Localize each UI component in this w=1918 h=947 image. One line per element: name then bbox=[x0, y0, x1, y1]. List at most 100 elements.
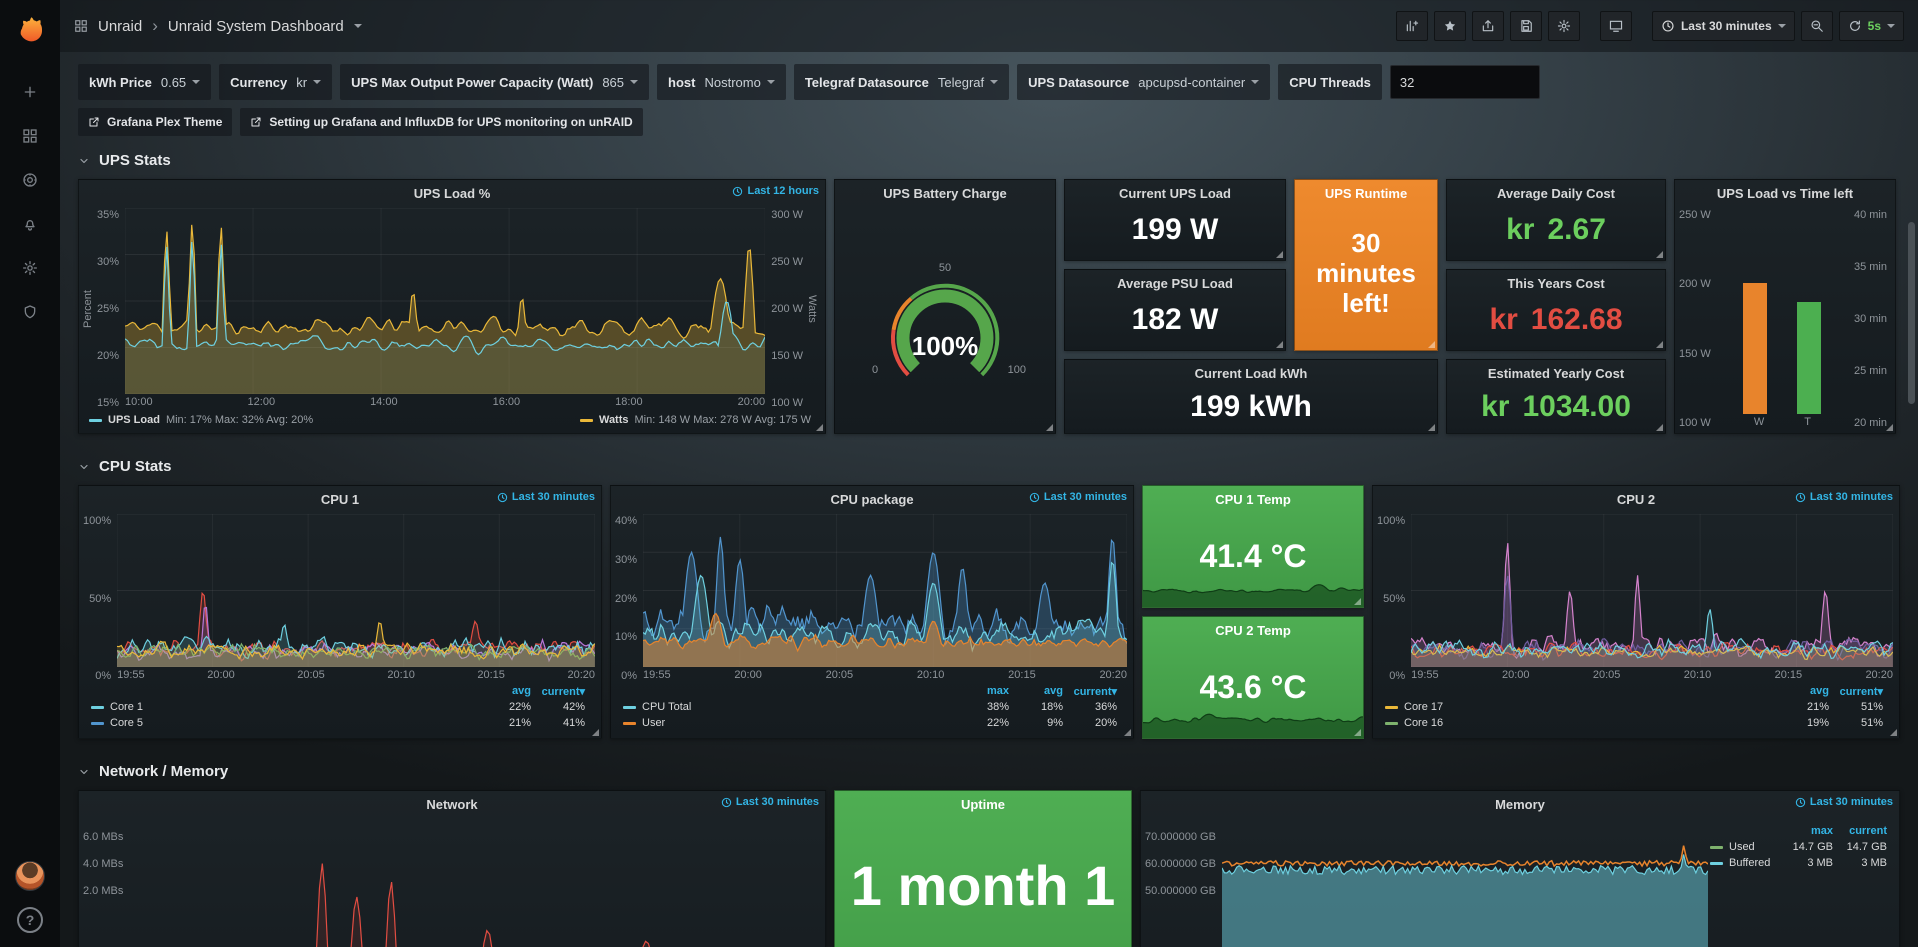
dashboard-link-plex-theme[interactable]: Grafana Plex Theme bbox=[78, 108, 232, 136]
link-label: Setting up Grafana and InfluxDB for UPS … bbox=[269, 115, 632, 129]
dashboard-dropdown-caret-icon[interactable] bbox=[354, 24, 362, 28]
memory-plot[interactable] bbox=[1222, 819, 1708, 947]
panel-title[interactable]: Estimated Yearly Cost bbox=[1488, 366, 1624, 381]
panel-timerange-badge[interactable]: Last 30 minutes bbox=[1795, 796, 1893, 808]
variable-ups-max-output[interactable]: UPS Max Output Power Capacity (Watt) 865 bbox=[340, 64, 649, 100]
refresh-interval-label[interactable]: 5s bbox=[1868, 19, 1881, 33]
dashboard-link-ups-guide[interactable]: Setting up Grafana and InfluxDB for UPS … bbox=[240, 108, 642, 136]
legend-col-header[interactable]: max bbox=[1779, 825, 1833, 837]
sidebar-item-dashboards[interactable] bbox=[0, 114, 60, 158]
zoom-out-time-button[interactable] bbox=[1801, 11, 1833, 41]
cycle-view-button[interactable] bbox=[1600, 11, 1632, 41]
panel-title[interactable]: This Years Cost bbox=[1507, 276, 1604, 291]
variable-currency[interactable]: Currency kr bbox=[219, 64, 332, 100]
refresh-interval-caret-icon[interactable] bbox=[1887, 24, 1895, 28]
panel-timerange-badge[interactable]: Last 30 minutes bbox=[1029, 491, 1127, 503]
cpu1-plot[interactable] bbox=[117, 514, 595, 667]
sidebar-bottom: ? bbox=[15, 861, 45, 947]
panel-title[interactable]: CPU 2 bbox=[1617, 492, 1655, 507]
legend-item-ups-load[interactable]: UPS LoadMin: 17% Max: 32% Avg: 20% bbox=[89, 414, 313, 426]
panel-timerange-badge[interactable]: Last 30 minutes bbox=[497, 491, 595, 503]
legend-series[interactable]: Buffered bbox=[1710, 857, 1779, 869]
cpu-threads-input[interactable] bbox=[1390, 65, 1540, 99]
section-ups-stats[interactable]: UPS Stats bbox=[60, 136, 1918, 179]
star-dashboard-button[interactable] bbox=[1434, 11, 1466, 41]
panel-timerange-badge[interactable]: Last 30 minutes bbox=[721, 796, 819, 808]
caret-down-icon bbox=[192, 80, 200, 84]
panel-title[interactable]: UPS Load vs Time left bbox=[1717, 186, 1853, 201]
panel-title[interactable]: Uptime bbox=[961, 797, 1005, 812]
vertical-scrollbar-thumb[interactable] bbox=[1908, 222, 1915, 404]
network-plot[interactable] bbox=[129, 819, 819, 947]
sidebar-item-alerting[interactable] bbox=[0, 202, 60, 246]
legend-series[interactable]: CPU Total bbox=[623, 701, 955, 713]
breadcrumb-folder[interactable]: Unraid bbox=[98, 18, 142, 35]
panel-title[interactable]: CPU 2 Temp bbox=[1215, 623, 1291, 638]
panel-timerange-badge[interactable]: Last 12 hours bbox=[732, 185, 819, 197]
section-cpu-stats[interactable]: CPU Stats bbox=[60, 442, 1918, 485]
cpu2-plot[interactable] bbox=[1411, 514, 1893, 667]
dashboard-picker-grid-icon[interactable] bbox=[74, 19, 88, 33]
clock-icon bbox=[1661, 19, 1675, 33]
variable-value[interactable]: Telegraf bbox=[938, 75, 998, 90]
panel-title[interactable]: Current Load kWh bbox=[1195, 366, 1308, 381]
legend-series[interactable]: Core 16 bbox=[1385, 717, 1775, 729]
legend-col-header[interactable]: avg bbox=[1009, 685, 1063, 697]
legend-series[interactable]: User bbox=[623, 717, 955, 729]
sidebar-item-explore[interactable] bbox=[0, 158, 60, 202]
panel-title[interactable]: CPU 1 bbox=[321, 492, 359, 507]
panel-title[interactable]: UPS Load % bbox=[414, 186, 491, 201]
panel-title[interactable]: Average Daily Cost bbox=[1497, 186, 1615, 201]
legend-col-header[interactable]: avg bbox=[1775, 685, 1829, 697]
dashboard-settings-button[interactable] bbox=[1548, 11, 1580, 41]
refresh-button[interactable]: 5s bbox=[1839, 11, 1904, 41]
share-dashboard-button[interactable] bbox=[1472, 11, 1504, 41]
ups-load-plot[interactable] bbox=[125, 208, 765, 394]
bar-time-left[interactable] bbox=[1797, 302, 1821, 414]
variable-value[interactable]: Nostromo bbox=[704, 75, 774, 90]
add-panel-button[interactable] bbox=[1396, 11, 1428, 41]
panel-title[interactable]: CPU package bbox=[830, 492, 913, 507]
legend-col-header[interactable]: avg bbox=[477, 685, 531, 697]
legend-series[interactable]: Used bbox=[1710, 841, 1779, 853]
legend-series[interactable]: Core 1 bbox=[91, 701, 477, 713]
panel-title[interactable]: Current UPS Load bbox=[1119, 186, 1231, 201]
legend-col-header[interactable]: current▾ bbox=[1829, 685, 1883, 698]
variable-value[interactable]: 0.65 bbox=[161, 75, 200, 90]
legend-series[interactable]: Core 5 bbox=[91, 717, 477, 729]
panel-title[interactable]: UPS Battery Charge bbox=[883, 186, 1007, 201]
legend-col-header[interactable]: max bbox=[955, 685, 1009, 697]
panel-timerange-badge[interactable]: Last 30 minutes bbox=[1795, 491, 1893, 503]
save-dashboard-button[interactable] bbox=[1510, 11, 1542, 41]
variable-value[interactable]: 865 bbox=[602, 75, 638, 90]
legend-col-header[interactable]: current▾ bbox=[531, 685, 585, 698]
panel-title[interactable]: CPU 1 Temp bbox=[1215, 492, 1291, 507]
grafana-logo[interactable] bbox=[0, 0, 60, 56]
legend-series[interactable]: Core 17 bbox=[1385, 701, 1775, 713]
breadcrumb-dashboard-title[interactable]: Unraid System Dashboard bbox=[168, 18, 344, 35]
sidebar-item-create[interactable] bbox=[0, 70, 60, 114]
variable-telegraf-datasource[interactable]: Telegraf Datasource Telegraf bbox=[794, 64, 1009, 100]
section-network-memory[interactable]: Network / Memory bbox=[60, 747, 1918, 790]
bar-watts[interactable] bbox=[1743, 283, 1767, 414]
legend-row: Core 1721%51% bbox=[1385, 699, 1883, 715]
time-range-picker[interactable]: Last 30 minutes bbox=[1652, 11, 1795, 41]
variable-value[interactable]: kr bbox=[296, 75, 321, 90]
panel-title[interactable]: UPS Runtime bbox=[1325, 186, 1407, 201]
panel-title[interactable]: Average PSU Load bbox=[1117, 276, 1233, 291]
variable-host[interactable]: host Nostromo bbox=[657, 64, 786, 100]
panel-title[interactable]: Network bbox=[426, 797, 477, 812]
variable-ups-datasource[interactable]: UPS Datasource apcupsd-container bbox=[1017, 64, 1270, 100]
cpu-package-plot[interactable] bbox=[643, 514, 1127, 667]
panel-title[interactable]: Memory bbox=[1495, 797, 1545, 812]
variable-value[interactable]: apcupsd-container bbox=[1138, 75, 1259, 90]
help-icon[interactable]: ? bbox=[17, 907, 43, 933]
legend-item-watts[interactable]: WattsMin: 148 W Max: 278 W Avg: 175 W bbox=[580, 414, 811, 426]
timerange-label: Last 30 minutes bbox=[512, 491, 595, 503]
user-avatar[interactable] bbox=[15, 861, 45, 891]
legend-col-header[interactable]: current bbox=[1833, 825, 1887, 837]
variable-kwh-price[interactable]: kWh Price 0.65 bbox=[78, 64, 211, 100]
sidebar-item-configuration[interactable] bbox=[0, 246, 60, 290]
legend-col-header[interactable]: current▾ bbox=[1063, 685, 1117, 698]
sidebar-item-server-admin[interactable] bbox=[0, 290, 60, 334]
